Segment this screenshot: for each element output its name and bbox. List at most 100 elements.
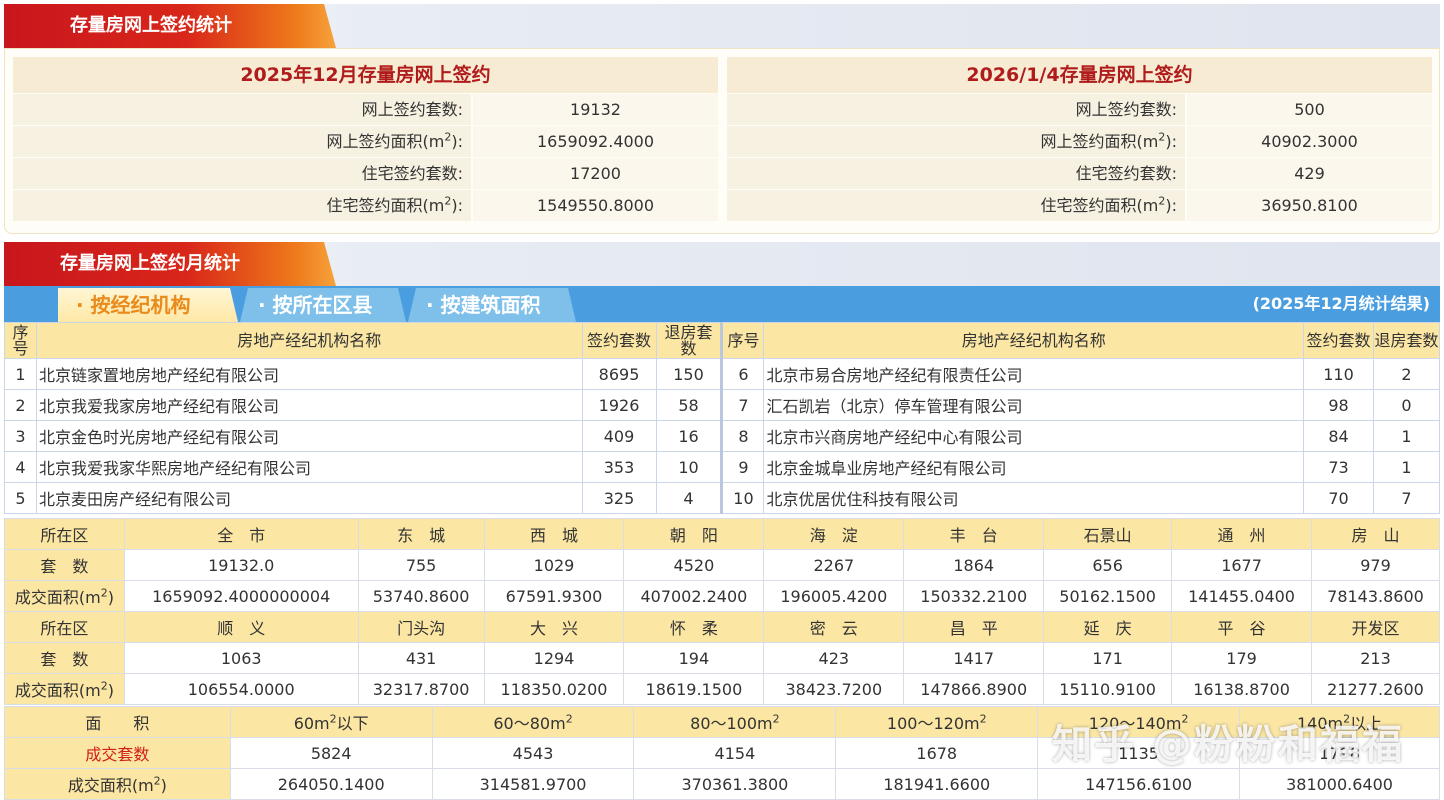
tab-by-area[interactable]: · 按建筑面积 bbox=[408, 288, 576, 322]
district-count: 1063 bbox=[123, 642, 359, 674]
row-label: 所在区 bbox=[4, 611, 125, 643]
area-sqm: 370361.3800 bbox=[633, 768, 837, 800]
district-area-row: 成交面积(m2) 1659092.4000000004 53740.8600 6759… bbox=[4, 580, 1440, 612]
district-count: 755 bbox=[357, 549, 485, 581]
district-area-row: 成交面积(m2) 106554.0000 32317.8700 118350.0200… bbox=[4, 673, 1440, 705]
district-area: 150332.2100 bbox=[903, 580, 1045, 612]
district-name: 延 庆 bbox=[1043, 611, 1173, 643]
agency-name: 北京金城阜业房地产经纪有限公司 bbox=[763, 451, 1305, 483]
summary-value: 1659092.4000 bbox=[473, 126, 718, 157]
signed-count: 73 bbox=[1303, 451, 1374, 483]
signed-count: 8695 bbox=[581, 358, 657, 390]
district-name: 平 谷 bbox=[1171, 611, 1312, 643]
agency-table: 序号 房地产经纪机构名称 签约套数 退房套数 序号 房地产经纪机构名称 签约套数… bbox=[4, 322, 1441, 514]
district-area: 147866.8900 bbox=[903, 673, 1045, 705]
summary-label: 网上签约面积(m2): bbox=[13, 126, 471, 157]
table-row: 5 北京麦田房产经纪有限公司 325 4 10 北京优居优住科技有限公司 70 … bbox=[4, 482, 1441, 514]
agency-name: 北京我爱我家华熙房地产经纪有限公司 bbox=[35, 451, 583, 483]
district-name: 怀 柔 bbox=[623, 611, 765, 643]
agency-name: 北京市兴商房地产经纪中心有限公司 bbox=[763, 420, 1305, 452]
col-header-name: 房地产经纪机构名称 bbox=[763, 322, 1305, 359]
district-name: 门头沟 bbox=[357, 611, 485, 643]
summary-value: 1549550.8000 bbox=[473, 190, 718, 221]
signed-count: 409 bbox=[581, 420, 657, 452]
signed-count: 1926 bbox=[581, 389, 657, 421]
summary-row: 住宅签约面积(m2): 1549550.8000 bbox=[13, 190, 718, 221]
row-label: 成交面积(m2) bbox=[4, 580, 125, 612]
district-name: 海 淀 bbox=[763, 518, 905, 550]
area-sqm: 147156.6100 bbox=[1037, 768, 1241, 800]
row-no: 4 bbox=[4, 451, 37, 483]
summary-value: 40902.3000 bbox=[1187, 126, 1432, 157]
returned-count: 1 bbox=[1372, 451, 1441, 483]
table-row: 2 北京我爱我家房地产经纪有限公司 1926 58 7 汇石凯岩（北京）停车管理… bbox=[4, 389, 1441, 421]
district-area: 53740.8600 bbox=[357, 580, 485, 612]
section-header-monthly: 存量房网上签约月统计 bbox=[4, 242, 1440, 286]
district-count: 1294 bbox=[483, 642, 625, 674]
table-row: 1 北京链家置地房地产经纪有限公司 8695 150 6 北京市易合房地产经纪有… bbox=[4, 358, 1441, 390]
district-area: 21277.2600 bbox=[1311, 673, 1440, 705]
row-no: 5 bbox=[4, 482, 37, 514]
district-area: 1659092.4000000004 bbox=[123, 580, 359, 612]
section-title: 存量房网上签约月统计 bbox=[4, 242, 336, 286]
area-count: 1678 bbox=[835, 737, 1039, 769]
row-no: 3 bbox=[4, 420, 37, 452]
area-range: 100～120m2 bbox=[835, 706, 1039, 738]
table-row: 4 北京我爱我家华熙房地产经纪有限公司 353 10 9 北京金城阜业房地产经纪… bbox=[4, 451, 1441, 483]
district-count-row: 套 数 1063 431 1294 194 423 1417 171 179 213 bbox=[4, 642, 1440, 674]
district-name: 西 城 bbox=[483, 518, 625, 550]
tab-by-district[interactable]: · 按所在区县 bbox=[240, 288, 406, 322]
district-name: 朝 阳 bbox=[623, 518, 765, 550]
district-count: 179 bbox=[1171, 642, 1312, 674]
row-no: 10 bbox=[720, 482, 765, 514]
row-label: 成交面积(m2) bbox=[4, 768, 231, 800]
agency-name: 北京麦田房产经纪有限公司 bbox=[35, 482, 583, 514]
table-header-row: 序号 房地产经纪机构名称 签约套数 退房套数 序号 房地产经纪机构名称 签约套数… bbox=[4, 322, 1441, 359]
summary-value: 19132 bbox=[473, 94, 718, 125]
signed-count: 110 bbox=[1303, 358, 1374, 390]
district-name: 全 市 bbox=[123, 518, 359, 550]
summary-row: 网上签约套数: 19132 bbox=[13, 94, 718, 125]
summary-value: 17200 bbox=[473, 158, 718, 189]
summary-label: 住宅签约套数: bbox=[727, 158, 1185, 189]
agency-name: 北京市易合房地产经纪有限责任公司 bbox=[763, 358, 1305, 390]
district-count: 4520 bbox=[623, 549, 765, 581]
row-no: 2 bbox=[4, 389, 37, 421]
summary-block: 2025年12月存量房网上签约 网上签约套数: 19132 网上签约面积(m2):… bbox=[4, 48, 1440, 234]
summary-row: 住宅签约面积(m2): 36950.8100 bbox=[727, 190, 1432, 221]
district-name: 房 山 bbox=[1311, 518, 1440, 550]
row-no: 9 bbox=[720, 451, 765, 483]
district-area: 16138.8700 bbox=[1171, 673, 1312, 705]
tab-bar: · 按经纪机构 · 按所在区县 · 按建筑面积 (2025年12月统计结果) bbox=[4, 286, 1440, 322]
district-count: 1029 bbox=[483, 549, 625, 581]
district-name: 东 城 bbox=[357, 518, 485, 550]
left-panel-title: 2025年12月存量房网上签约 bbox=[13, 57, 718, 93]
row-label: 成交套数 bbox=[4, 737, 231, 769]
district-name: 顺 义 bbox=[123, 611, 359, 643]
area-range: 60m2以下 bbox=[229, 706, 433, 738]
district-area: 407002.2400 bbox=[623, 580, 765, 612]
summary-label: 住宅签约面积(m2): bbox=[727, 190, 1185, 221]
row-label: 面 积 bbox=[4, 706, 231, 738]
summary-label: 网上签约面积(m2): bbox=[727, 126, 1185, 157]
summary-value: 429 bbox=[1187, 158, 1432, 189]
district-area: 78143.8600 bbox=[1311, 580, 1440, 612]
section-title: 存量房网上签约统计 bbox=[4, 4, 336, 48]
returned-count: 4 bbox=[655, 482, 723, 514]
district-count: 1677 bbox=[1171, 549, 1312, 581]
district-count: 431 bbox=[357, 642, 485, 674]
district-name: 密 云 bbox=[763, 611, 905, 643]
district-area: 18619.1500 bbox=[623, 673, 765, 705]
tab-by-agency[interactable]: · 按经纪机构 bbox=[58, 288, 238, 322]
area-count: 5824 bbox=[229, 737, 433, 769]
summary-label: 网上签约套数: bbox=[727, 94, 1185, 125]
row-label: 所在区 bbox=[4, 518, 125, 550]
summary-row: 网上签约套数: 500 bbox=[727, 94, 1432, 125]
district-area: 118350.0200 bbox=[483, 673, 625, 705]
district-area: 67591.9300 bbox=[483, 580, 625, 612]
signed-count: 325 bbox=[581, 482, 657, 514]
col-header-name: 房地产经纪机构名称 bbox=[35, 322, 583, 359]
district-header-row: 所在区顺 义门头沟大 兴怀 柔密 云昌 平延 庆平 谷开发区 bbox=[4, 611, 1440, 643]
summary-row: 网上签约面积(m2): 1659092.4000 bbox=[13, 126, 718, 157]
area-count: 4543 bbox=[431, 737, 635, 769]
